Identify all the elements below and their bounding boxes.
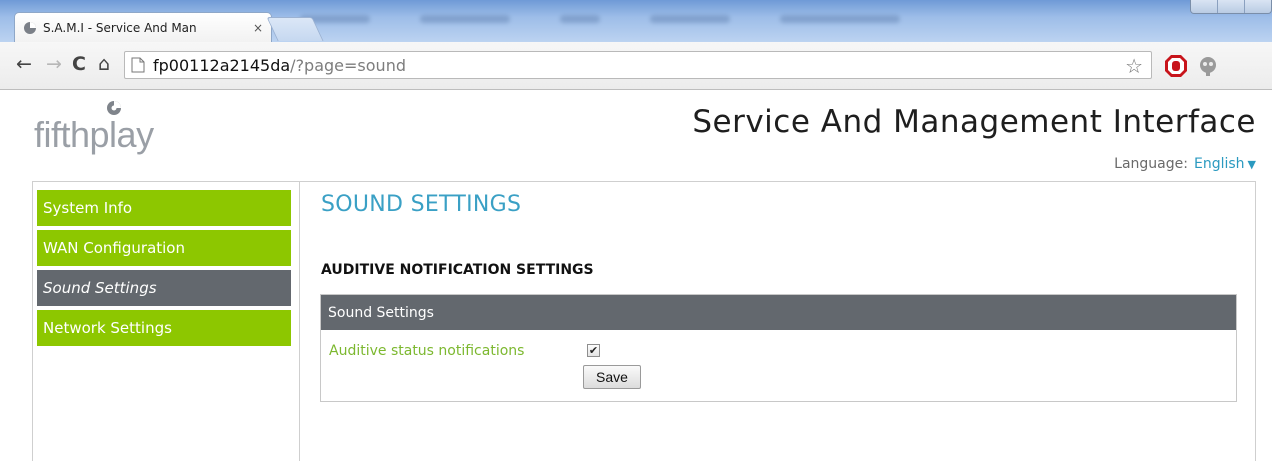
panel-header: Sound Settings	[321, 295, 1236, 330]
browser-tabstrip: S.A.M.I - Service And Man ×	[0, 0, 1272, 42]
reload-icon[interactable]: C	[72, 52, 86, 76]
fifthplay-logo: fifthplay	[34, 100, 194, 160]
close-window-button[interactable]	[1245, 0, 1271, 13]
language-selector[interactable]: Language: English ▼	[1114, 156, 1256, 172]
language-value[interactable]: English	[1194, 156, 1245, 172]
auditive-notifications-checkbox[interactable]: ✔	[587, 344, 600, 357]
home-icon[interactable]: ⌂	[98, 52, 110, 76]
url-host: fp00112a2145da	[153, 55, 291, 75]
fifthplay-favicon-icon	[24, 21, 36, 34]
forward-arrow-icon[interactable]: →	[46, 52, 62, 76]
blurred-bookmarks	[300, 8, 1100, 30]
minimize-button[interactable]	[1191, 0, 1218, 13]
window-controls	[1190, 0, 1272, 14]
bookmark-star-icon[interactable]: ☆	[1125, 54, 1143, 78]
back-arrow-icon[interactable]: ←	[16, 52, 32, 76]
adblock-extension-icon[interactable]	[1164, 54, 1188, 78]
browser-toolbar: ← → C ⌂ fp00112a2145da/?page=sound ☆	[0, 42, 1272, 90]
page-title: Service And Management Interface	[692, 104, 1256, 140]
url-path: /?page=sound	[290, 55, 406, 75]
browser-tab[interactable]: S.A.M.I - Service And Man ×	[14, 12, 272, 42]
tab-title: S.A.M.I - Service And Man	[43, 20, 197, 35]
sound-settings-panel: Sound Settings Auditive status notificat…	[320, 294, 1237, 402]
sidebar: System Info WAN Configuration Sound Sett…	[32, 181, 300, 461]
auditive-notifications-label: Auditive status notifications	[329, 343, 525, 359]
maximize-button[interactable]	[1218, 0, 1245, 13]
address-bar[interactable]: fp00112a2145da/?page=sound ☆	[124, 51, 1152, 79]
sidebar-item-sound-settings[interactable]: Sound Settings	[37, 270, 291, 306]
logo-text: fifthplay	[34, 114, 154, 155]
subsection-title: AUDITIVE NOTIFICATION SETTINGS	[321, 262, 594, 278]
page-icon	[131, 57, 145, 73]
sidebar-item-network-settings[interactable]: Network Settings	[37, 310, 291, 346]
sidebar-item-wan-configuration[interactable]: WAN Configuration	[37, 230, 291, 266]
language-label: Language:	[1114, 156, 1188, 172]
tab-close-icon[interactable]: ×	[253, 21, 263, 35]
chevron-down-icon[interactable]: ▼	[1248, 158, 1256, 171]
extension-icon[interactable]	[1196, 54, 1220, 78]
sidebar-item-system-info[interactable]: System Info	[37, 190, 291, 226]
section-title: SOUND SETTINGS	[321, 192, 522, 217]
main-content: SOUND SETTINGS AUDITIVE NOTIFICATION SET…	[300, 181, 1256, 461]
save-button[interactable]: Save	[583, 365, 641, 389]
